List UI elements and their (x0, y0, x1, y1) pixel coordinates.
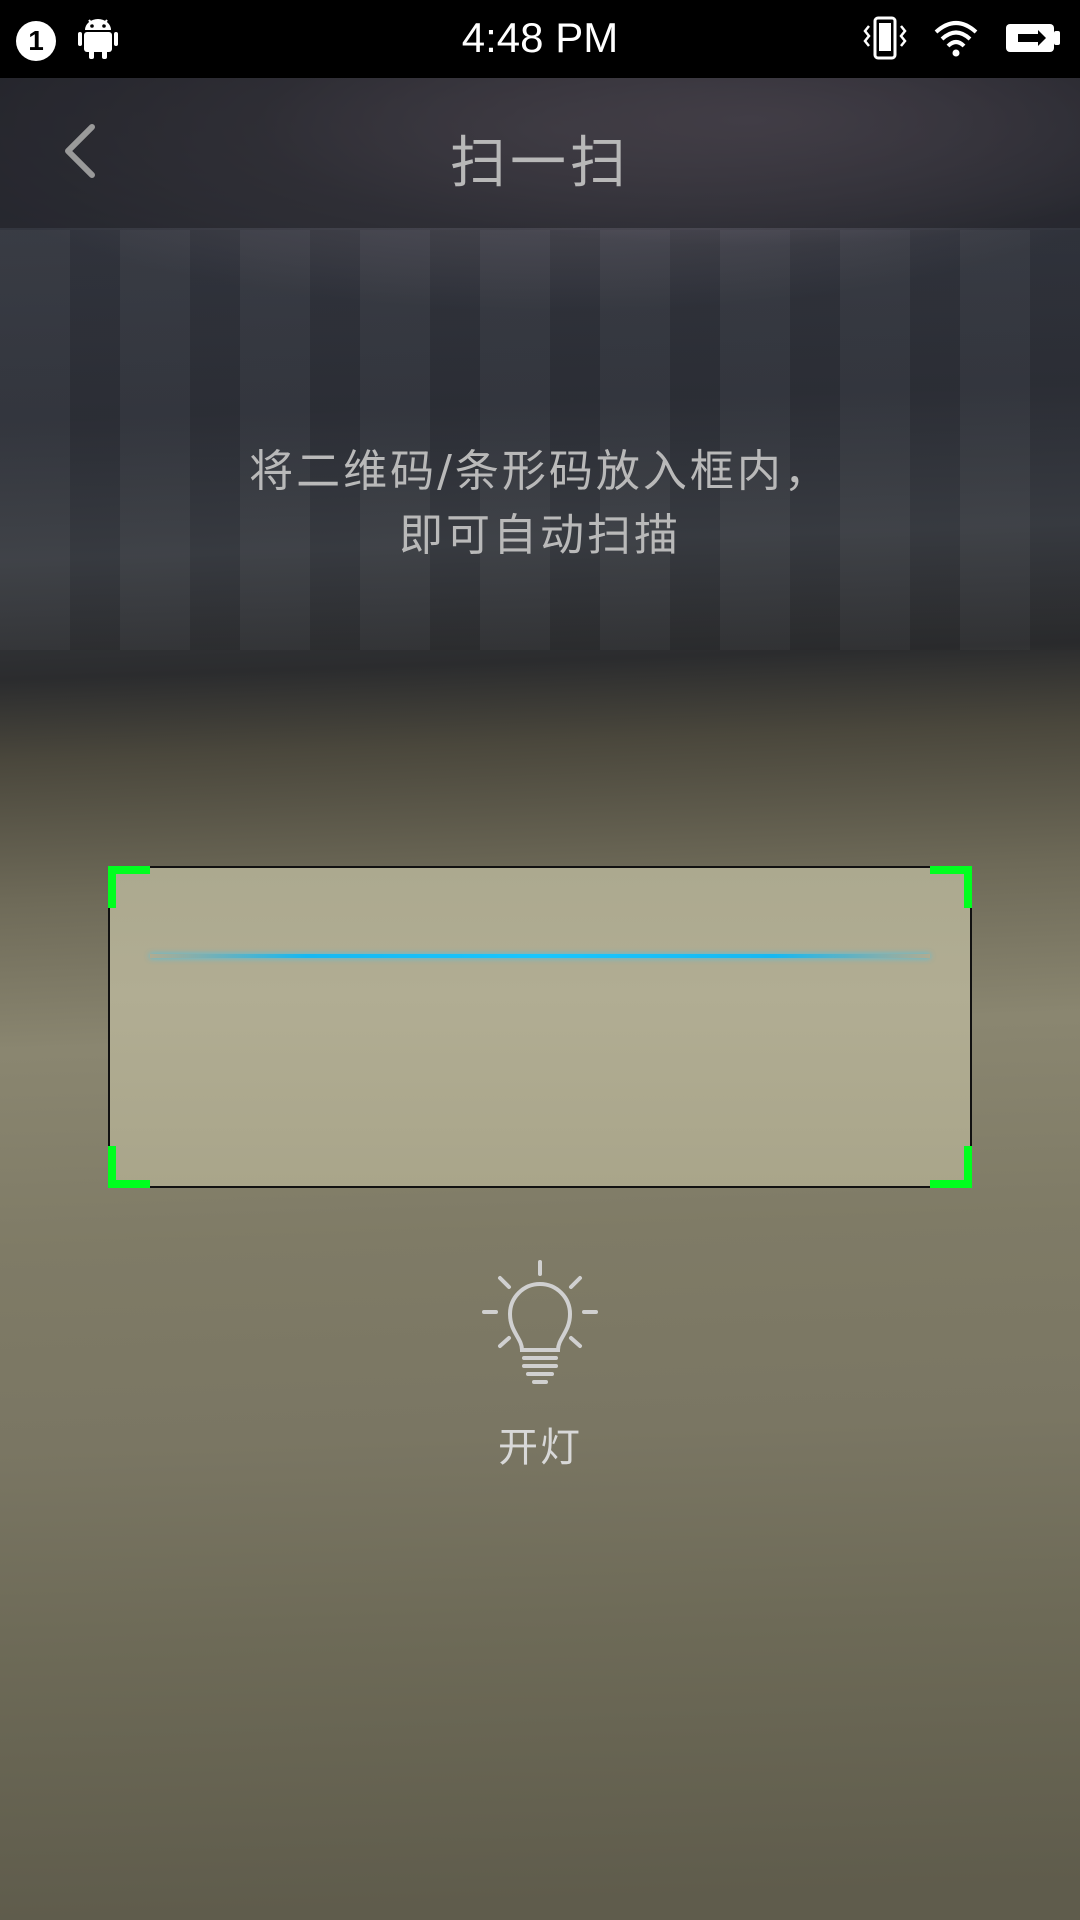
scan-hint-line-1: 将二维码/条形码放入框内， (249, 446, 831, 497)
page-title: 扫一扫 (450, 131, 630, 196)
scan-corner-top-left (108, 866, 150, 908)
scan-line (150, 954, 930, 958)
flashlight-label: 开灯 (498, 1425, 582, 1471)
flashlight-toggle-button[interactable]: 开灯 (440, 1260, 640, 1480)
scan-screen: 1 4:48 PM 扫一扫 将二维码/条形码放入框内， 即可自动扫描 开灯 (0, 0, 1080, 1920)
lightbulb-icon (482, 1260, 598, 1388)
battery-charging-icon (1004, 20, 1062, 60)
scan-corner-bottom-right (930, 1146, 972, 1188)
status-bar: 1 4:48 PM (0, 0, 1080, 78)
scan-frame (108, 866, 972, 1188)
scan-hint: 将二维码/条形码放入框内， 即可自动扫描 (0, 440, 1080, 568)
vibrate-icon (862, 16, 908, 64)
scan-hint-line-2: 即可自动扫描 (399, 510, 681, 561)
scan-corner-top-right (930, 866, 972, 908)
scan-corner-bottom-left (108, 1146, 150, 1188)
toolbar: 扫一扫 (0, 78, 1080, 228)
status-right-group (862, 16, 1062, 64)
wifi-icon (934, 18, 978, 62)
